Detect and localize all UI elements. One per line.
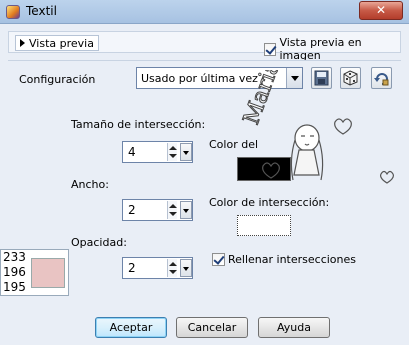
preview-on-image-label: Vista previa en imagen [279,36,362,62]
close-button[interactable]: ✕ [359,1,403,20]
watermark-text: Maria Elena [239,70,309,128]
window-title: Textil [26,4,57,18]
config-label: Configuración [19,73,96,86]
color-readout-b: 195 [3,280,26,294]
color-readout-g: 196 [3,265,26,279]
cancel-button[interactable]: Cancelar [176,317,248,338]
dropdown-arrow-icon[interactable] [180,201,192,219]
divider [8,60,401,61]
preview-toggle-button[interactable]: Vista previa [15,35,99,51]
ok-button[interactable]: Aceptar [95,317,167,338]
color-readout-r: 233 [3,250,26,264]
intersection-size-spinner[interactable]: 4 [122,141,193,163]
dropdown-arrow-icon[interactable] [180,143,192,161]
maria-elena-watermark: Maria Elena [239,70,394,184]
help-button[interactable]: Ayuda [258,317,330,338]
color-readout: 233 196 195 [0,249,69,296]
fill-intersections-option[interactable]: Rellenar intersecciones [212,253,356,266]
opacity-value[interactable]: 2 [128,261,136,275]
opacity-spinner[interactable]: 2 [122,257,193,279]
spin-arrows-icon[interactable] [167,143,177,161]
width-value[interactable]: 2 [128,203,136,217]
opacity-label: Opacidad: [71,236,127,249]
intersection-size-label: Tamaño de intersección: [71,118,206,131]
intersection-size-value[interactable]: 4 [128,145,136,159]
spin-arrows-icon[interactable] [167,201,177,219]
width-spinner[interactable]: 2 [122,199,193,221]
color-readout-chip [31,258,65,288]
preview-bar: Vista previa Vista previa en imagen [8,31,401,62]
intersection-color-swatch[interactable] [237,215,291,236]
fill-intersections-label: Rellenar intersecciones [228,253,357,266]
title-bar: Textil ✕ [0,0,409,24]
preview-on-image-option[interactable]: Vista previa en imagen [264,36,400,62]
fill-intersections-checkbox[interactable] [212,253,225,266]
expand-triangle-icon [20,39,25,47]
preview-on-image-checkbox[interactable] [264,42,277,56]
spin-arrows-icon[interactable] [167,259,177,277]
dropdown-arrow-icon[interactable] [180,259,192,277]
preview-toggle-label: Vista previa [29,36,94,50]
app-icon [6,5,20,19]
width-label: Ancho: [71,178,109,191]
